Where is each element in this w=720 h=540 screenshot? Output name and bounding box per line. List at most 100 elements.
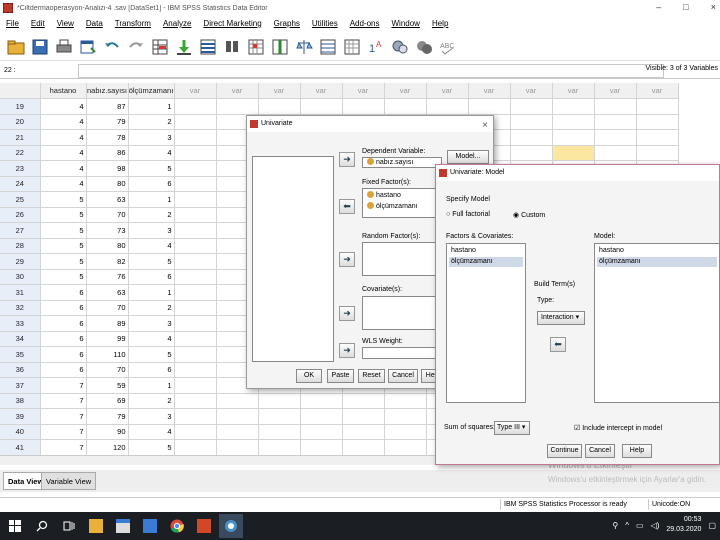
redo-icon[interactable] <box>126 37 146 57</box>
covariates-box[interactable] <box>362 296 442 330</box>
file-explorer-icon[interactable] <box>84 514 108 538</box>
move-wls-weight-button[interactable]: ➜ <box>339 343 355 358</box>
empty-cell[interactable] <box>636 129 679 146</box>
empty-cell[interactable] <box>216 439 259 455</box>
empty-cell[interactable] <box>552 98 595 115</box>
split-file-icon[interactable] <box>294 37 314 57</box>
empty-cell[interactable] <box>174 377 217 394</box>
empty-cell[interactable] <box>342 439 385 455</box>
empty-cell[interactable] <box>384 424 427 440</box>
empty-cell[interactable] <box>510 145 553 161</box>
column-header[interactable]: var <box>174 83 217 99</box>
row-number[interactable]: 31 <box>0 284 41 301</box>
data-cell[interactable]: 3 <box>128 129 175 146</box>
use-sets-icon[interactable] <box>390 37 410 57</box>
store-icon[interactable] <box>111 514 135 538</box>
include-intercept-checkbox[interactable]: ☑ Include intercept in model <box>574 424 662 432</box>
empty-cell[interactable] <box>216 424 259 440</box>
row-number[interactable]: 20 <box>0 114 41 130</box>
spell-icon[interactable]: ABC <box>438 37 458 57</box>
data-cell[interactable]: 87 <box>86 98 129 115</box>
data-cell[interactable]: 69 <box>86 393 129 409</box>
data-cell[interactable]: 4 <box>128 145 175 161</box>
maximize-button[interactable]: □ <box>683 2 688 12</box>
empty-cell[interactable] <box>468 98 511 115</box>
empty-cell[interactable] <box>258 439 301 455</box>
list-item[interactable]: hastano <box>597 246 717 256</box>
data-cell[interactable]: 98 <box>86 160 129 177</box>
find-icon[interactable] <box>222 37 242 57</box>
data-cell[interactable]: 120 <box>86 439 129 455</box>
column-header[interactable]: var <box>384 83 427 99</box>
data-cell[interactable]: 4 <box>40 160 87 177</box>
data-cell[interactable]: 5 <box>128 439 175 455</box>
goto-case-icon[interactable] <box>150 37 170 57</box>
data-cell[interactable]: 1 <box>128 377 175 394</box>
empty-cell[interactable] <box>342 98 385 115</box>
data-cell[interactable]: 7 <box>40 393 87 409</box>
row-number[interactable]: 27 <box>0 222 41 239</box>
column-header[interactable]: var <box>300 83 343 99</box>
fixed-factors-box[interactable]: hastano ölçümzamanı <box>362 188 442 218</box>
data-cell[interactable]: 7 <box>40 439 87 455</box>
column-header[interactable]: var <box>636 83 679 99</box>
empty-cell[interactable] <box>384 393 427 409</box>
empty-cell[interactable] <box>594 145 637 161</box>
row-number[interactable]: 33 <box>0 315 41 332</box>
volume-icon[interactable]: ◁) <box>651 521 660 530</box>
data-cell[interactable]: 5 <box>128 346 175 363</box>
data-cell[interactable]: 3 <box>128 222 175 239</box>
data-cell[interactable]: 6 <box>40 346 87 363</box>
empty-cell[interactable] <box>174 408 217 425</box>
minimize-button[interactable]: – <box>656 2 661 12</box>
empty-cell[interactable] <box>594 98 637 115</box>
empty-cell[interactable] <box>636 98 679 115</box>
data-cell[interactable]: 76 <box>86 269 129 285</box>
windows-start-icon[interactable] <box>3 514 27 538</box>
row-number[interactable]: 23 <box>0 160 41 177</box>
empty-cell[interactable] <box>342 408 385 425</box>
empty-cell[interactable] <box>174 269 217 285</box>
row-number[interactable]: 21 <box>0 129 41 146</box>
list-item[interactable]: ölçümzamanı <box>365 202 418 212</box>
empty-cell[interactable] <box>384 408 427 425</box>
cancel-button[interactable]: Cancel <box>388 369 418 383</box>
row-number[interactable]: 41 <box>0 439 41 455</box>
row-number[interactable]: 25 <box>0 191 41 208</box>
show-all-icon[interactable] <box>414 37 434 57</box>
data-cell[interactable]: 4 <box>128 424 175 440</box>
save-icon[interactable] <box>30 37 50 57</box>
row-number[interactable]: 26 <box>0 207 41 223</box>
data-cell[interactable]: 4 <box>40 114 87 130</box>
empty-cell[interactable] <box>174 315 217 332</box>
menu-data[interactable]: Data <box>80 19 109 28</box>
data-cell[interactable]: 7 <box>40 424 87 440</box>
data-cell[interactable]: 73 <box>86 222 129 239</box>
empty-cell[interactable] <box>174 253 217 270</box>
goto-variable-icon[interactable] <box>174 37 194 57</box>
menu-utilities[interactable]: Utilities <box>306 19 344 28</box>
row-number[interactable]: 22 <box>0 145 41 161</box>
close-icon[interactable]: × <box>482 118 488 134</box>
data-cell[interactable]: 6 <box>128 269 175 285</box>
data-cell[interactable]: 6 <box>40 315 87 332</box>
empty-cell[interactable] <box>258 393 301 409</box>
empty-cell[interactable] <box>174 145 217 161</box>
data-cell[interactable]: 80 <box>86 176 129 192</box>
row-number[interactable]: 19 <box>0 98 41 115</box>
column-header[interactable]: hastano <box>40 83 87 99</box>
mail-icon[interactable] <box>138 514 162 538</box>
column-header[interactable]: var <box>552 83 595 99</box>
row-number[interactable]: 32 <box>0 300 41 316</box>
data-cell[interactable]: 70 <box>86 362 129 378</box>
empty-cell[interactable] <box>510 114 553 130</box>
source-variable-list[interactable] <box>252 156 334 362</box>
data-cell[interactable]: 5 <box>40 222 87 239</box>
menu-transform[interactable]: Transform <box>109 19 157 28</box>
data-cell[interactable]: 6 <box>128 362 175 378</box>
empty-cell[interactable] <box>300 424 343 440</box>
menu-window[interactable]: Window <box>385 19 425 28</box>
data-cell[interactable]: 5 <box>128 253 175 270</box>
empty-cell[interactable] <box>594 129 637 146</box>
empty-cell[interactable] <box>552 145 595 161</box>
